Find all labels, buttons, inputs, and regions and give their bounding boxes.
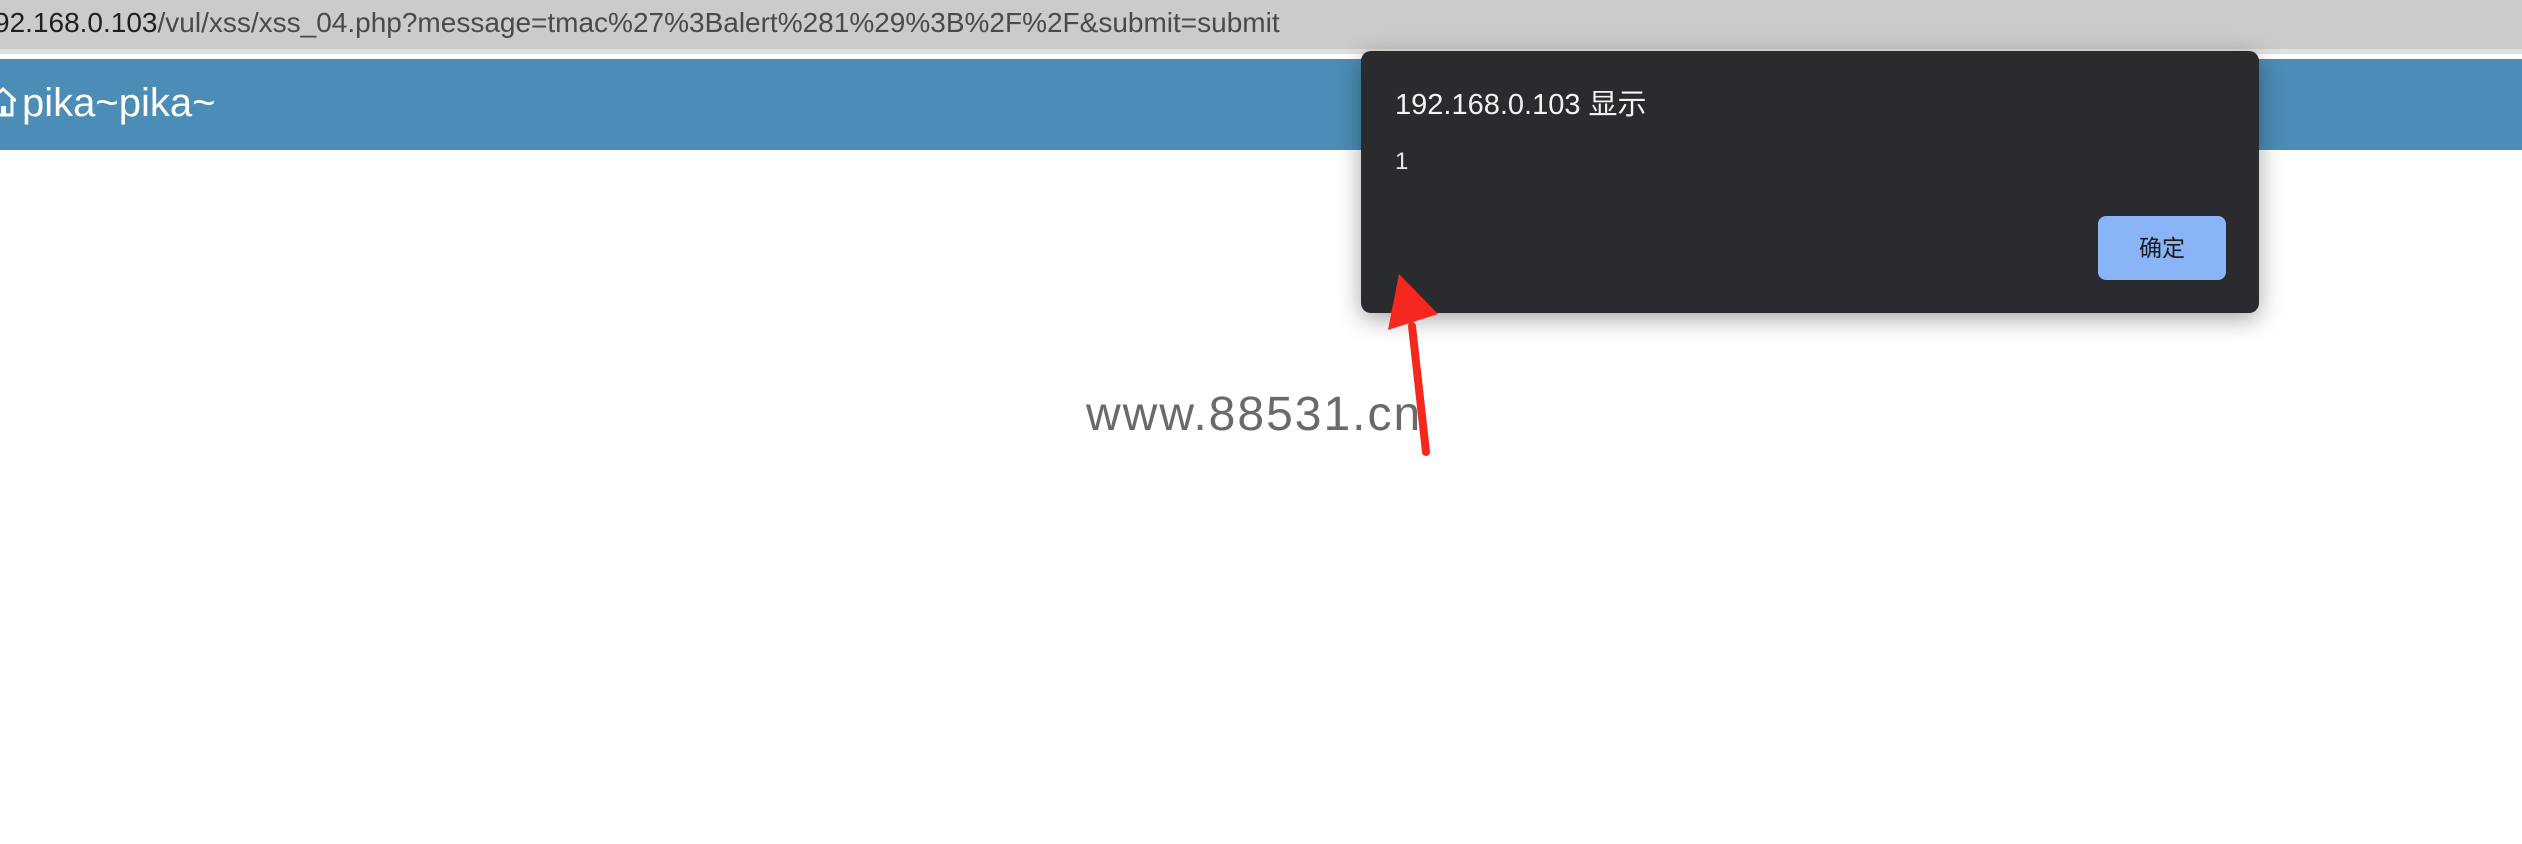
alert-dialog: 192.168.0.103 显示 1 确定 [1361,51,2259,313]
ok-button[interactable]: 确定 [2098,216,2226,280]
dialog-title: 192.168.0.103 显示 [1395,89,1647,121]
url-text[interactable]: 92.168.0.103/vul/xss/xss_04.php?message=… [0,6,1280,40]
browser-window: 92.168.0.103/vul/xss/xss_04.php?message=… [0,0,2522,844]
url-host: 92.168.0.103 [0,7,158,38]
url-path: /vul/xss/xss_04.php?message=tmac%27%3Bal… [157,7,1280,38]
brand-title[interactable]: pika~pika~ [22,79,215,127]
red-arrow-icon [1388,274,1438,456]
home-icon[interactable] [0,83,16,123]
dialog-message: 1 [1395,148,1409,175]
address-bar[interactable]: 92.168.0.103/vul/xss/xss_04.php?message=… [0,0,2522,54]
watermark: www.88531.cn [1086,388,1423,441]
